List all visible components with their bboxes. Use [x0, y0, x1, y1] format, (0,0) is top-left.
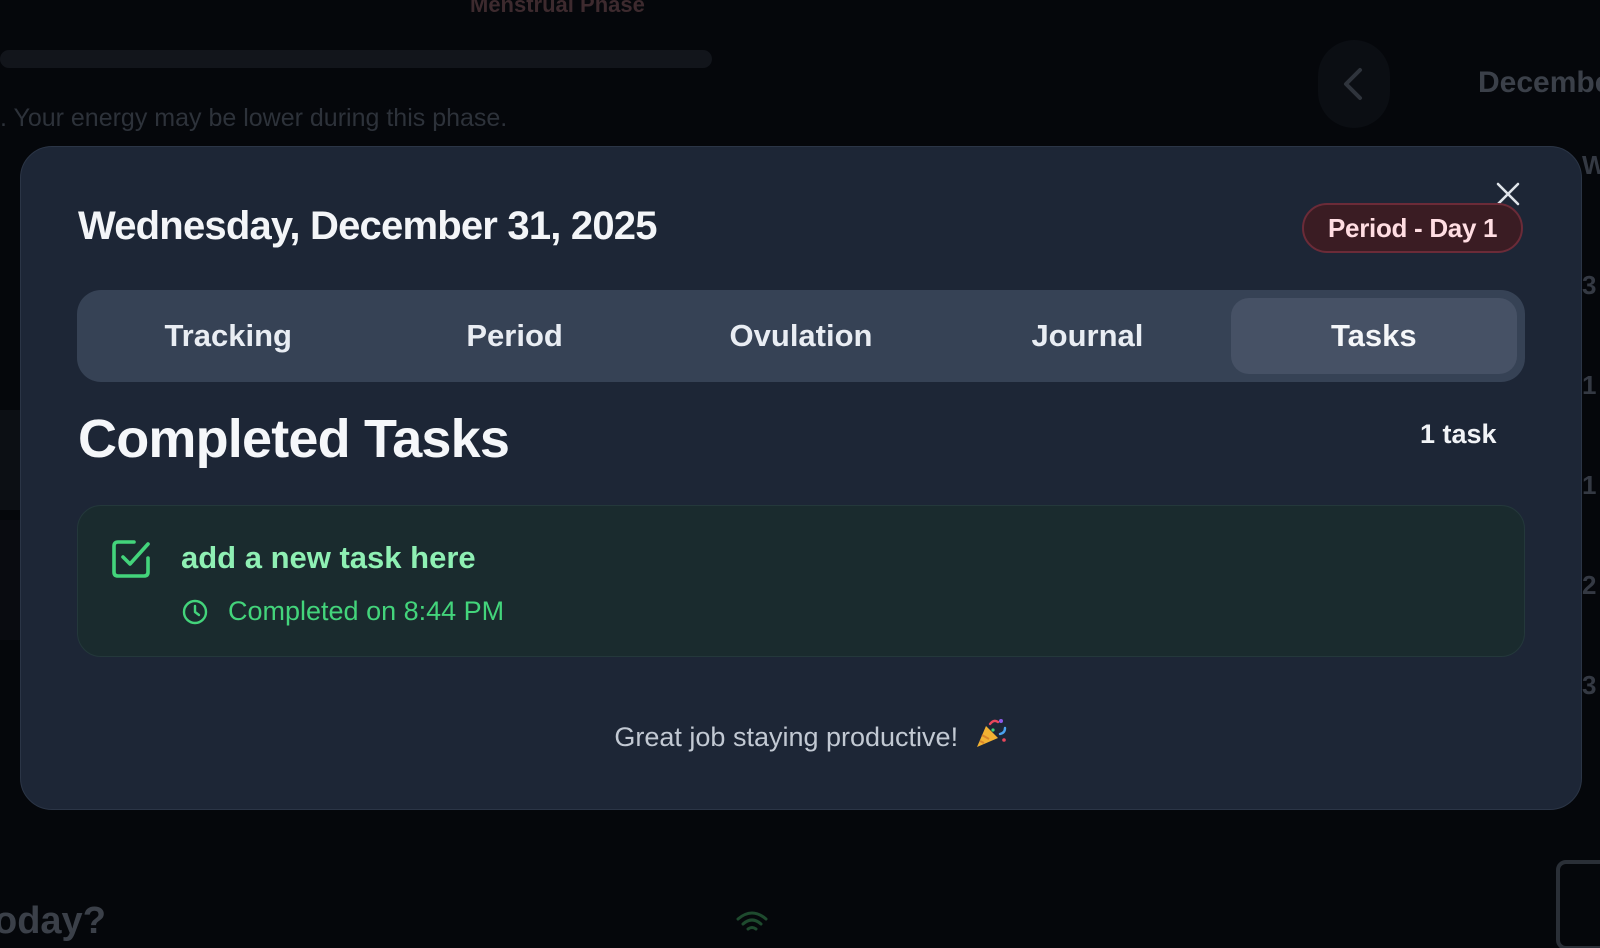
calendar-edge-cell: 3	[1582, 670, 1597, 700]
phase-progress-bar	[0, 50, 712, 68]
task-completed-time: Completed on 8:44 PM	[228, 596, 505, 626]
calendar-edge-cell: 1	[1582, 370, 1597, 400]
clock-icon	[182, 599, 208, 625]
phase-title: Menstrual Phase	[470, 0, 645, 17]
task-item[interactable]	[77, 505, 1525, 657]
chevron-left-icon	[1344, 68, 1362, 100]
background-panel	[0, 410, 20, 510]
modal-tab-bar: Tracking Period Ovulation Journal Tasks	[77, 290, 1525, 382]
calendar-edge-cell: 2	[1582, 570, 1597, 600]
phase-description: . Your energy may be lower during this p…	[0, 104, 508, 132]
modal-date-title: Wednesday, December 31, 2025	[78, 204, 657, 248]
task-completed-meta: Completed on 8:44 PM	[182, 596, 504, 627]
party-popper-icon	[976, 719, 1006, 747]
calendar-edge-cell: 3	[1582, 270, 1597, 300]
footer-message: Great job staying productive!	[0, 716, 1600, 753]
tab-period[interactable]: Period	[371, 298, 657, 374]
tab-tasks[interactable]: Tasks	[1230, 298, 1518, 374]
tab-tracking[interactable]: Tracking	[85, 298, 371, 374]
task-title: add a new task here	[181, 540, 476, 575]
section-title: Completed Tasks	[78, 409, 510, 469]
calendar-icon	[1556, 860, 1600, 948]
tab-ovulation[interactable]: Ovulation	[658, 298, 944, 374]
tab-journal[interactable]: Journal	[944, 298, 1230, 374]
calendar-edge-cell: W	[1582, 150, 1600, 180]
check-square-icon[interactable]	[110, 538, 152, 580]
today-prompt: oday?	[0, 900, 106, 942]
background-panel	[0, 520, 20, 640]
prev-month-button[interactable]	[1318, 40, 1390, 128]
period-day-badge: Period - Day 1	[1302, 203, 1524, 253]
month-label: December	[1478, 66, 1600, 99]
app-stage: Menstrual Phase . Your energy may be low…	[0, 0, 1600, 948]
task-count: 1 task	[1420, 419, 1497, 449]
calendar-edge-cell: 1	[1582, 470, 1597, 500]
wifi-icon	[736, 911, 768, 931]
footer-text: Great job staying productive!	[614, 722, 959, 752]
